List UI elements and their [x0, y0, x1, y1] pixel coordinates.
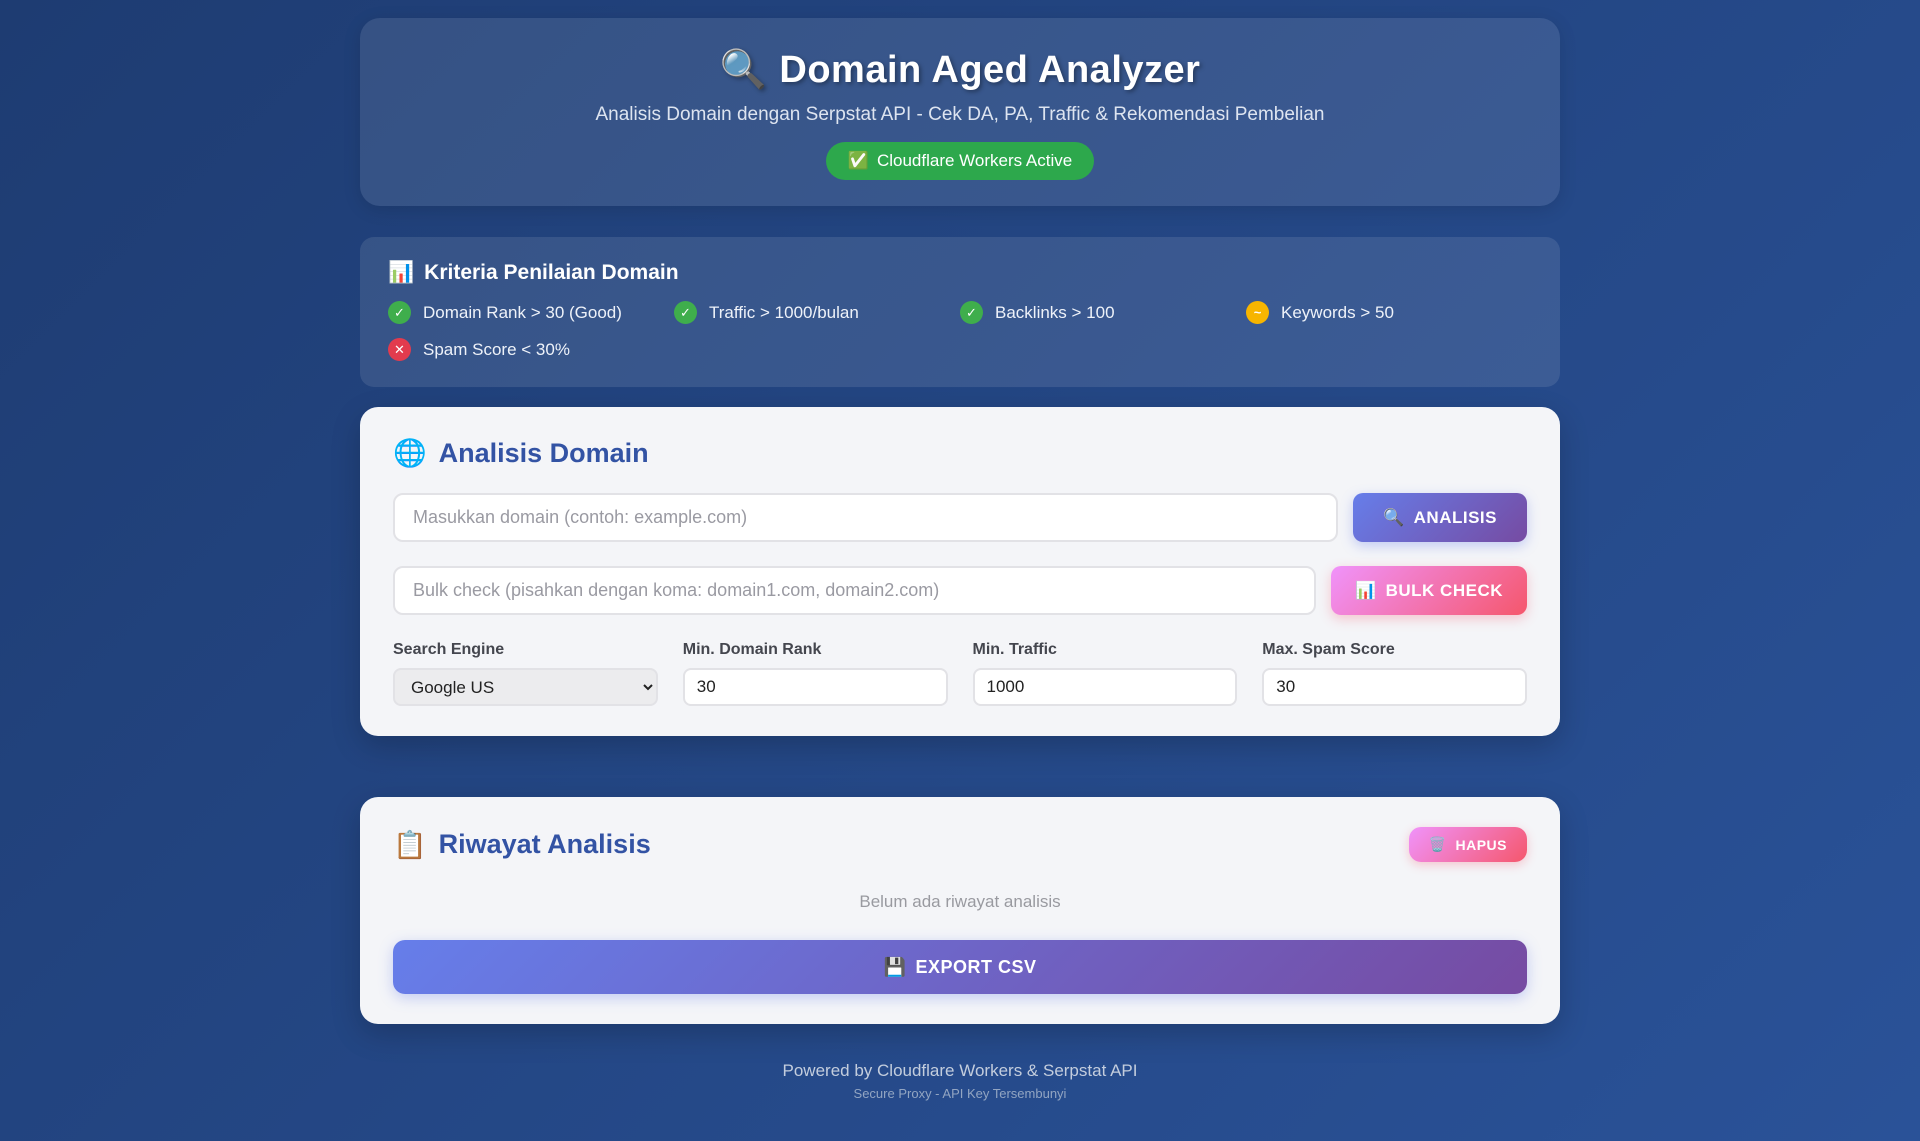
- magnifier-icon: 🔍: [1382, 507, 1405, 527]
- criteria-item-label: Traffic > 1000/bulan: [709, 302, 859, 322]
- history-card: 📋 Riwayat Analisis 🗑️ HAPUS Belum ada ri…: [360, 797, 1560, 1024]
- criteria-item-domain-rank: ✓ Domain Rank > 30 (Good): [388, 301, 674, 324]
- footer: Powered by Cloudflare Workers & Serpstat…: [360, 1061, 1560, 1101]
- criteria-item-spam-score: ✕ Spam Score < 30%: [388, 338, 674, 361]
- bulk-input[interactable]: [393, 566, 1316, 615]
- bulk-check-button[interactable]: 📊 BULK CHECK: [1330, 566, 1527, 615]
- footer-secure-proxy: Secure Proxy - API Key Tersembunyi: [853, 1086, 1067, 1101]
- page-container: 🔍 Domain Aged Analyzer Analisis Domain de…: [360, 18, 1560, 1101]
- bar-chart-icon: 📊: [388, 261, 415, 284]
- analyze-button-label: ANALISIS: [1413, 507, 1497, 527]
- min-traffic-field: Min. Traffic: [972, 641, 1238, 706]
- analyzer-card: 🌐 Analisis Domain 🔍 ANALISIS 📊 BULK CHEC…: [360, 407, 1560, 736]
- bar-chart-icon: 📊: [1354, 580, 1377, 600]
- clipboard-icon: 📋: [393, 829, 427, 860]
- min-domain-rank-field: Min. Domain Rank: [682, 641, 948, 706]
- status-badge: ✅ Cloudflare Workers Active: [825, 142, 1095, 180]
- criteria-panel: 📊 Kriteria Penilaian Domain ✓ Domain Ran…: [360, 237, 1560, 387]
- criteria-item-traffic: ✓ Traffic > 1000/bulan: [674, 301, 960, 324]
- domain-input[interactable]: [393, 493, 1338, 542]
- max-spam-score-input[interactable]: [1262, 668, 1527, 706]
- history-title: 📋 Riwayat Analisis: [393, 829, 651, 861]
- page-subtitle: Analisis Domain dengan Serpstat API - Ce…: [595, 104, 1325, 125]
- export-csv-button-label: EXPORT CSV: [915, 956, 1037, 977]
- clear-history-button[interactable]: 🗑️ HAPUS: [1408, 827, 1527, 862]
- fail-circle-icon: ✕: [388, 338, 411, 361]
- footer-powered-by: Powered by Cloudflare Workers & Serpstat…: [782, 1061, 1138, 1080]
- search-engine-field: Search Engine Google US: [393, 641, 658, 706]
- status-badge-label: Cloudflare Workers Active: [876, 151, 1073, 170]
- settings-fields-row: Search Engine Google US Min. Domain Rank…: [393, 641, 1527, 706]
- criteria-title-text: Kriteria Penilaian Domain: [424, 261, 679, 284]
- analyze-button[interactable]: 🔍 ANALISIS: [1352, 493, 1527, 542]
- pass-circle-icon: ✓: [960, 301, 983, 324]
- history-empty-message: Belum ada riwayat analisis: [859, 892, 1061, 911]
- criteria-item-label: Spam Score < 30%: [423, 339, 570, 359]
- pass-circle-icon: ✓: [674, 301, 697, 324]
- criteria-item-label: Keywords > 50: [1281, 302, 1394, 322]
- warn-circle-icon: ~: [1246, 301, 1269, 324]
- page-title: 🔍 Domain Aged Analyzer: [380, 48, 1540, 92]
- criteria-title: 📊 Kriteria Penilaian Domain: [388, 261, 1532, 285]
- max-spam-score-field: Max. Spam Score: [1262, 641, 1527, 706]
- bulk-check-button-label: BULK CHECK: [1385, 580, 1503, 600]
- analyzer-title: 🌐 Analisis Domain: [393, 437, 1527, 469]
- pass-circle-icon: ✓: [388, 301, 411, 324]
- history-title-text: Riwayat Analisis: [438, 829, 651, 859]
- criteria-item-label: Domain Rank > 30 (Good): [423, 302, 622, 322]
- trash-icon: 🗑️: [1428, 836, 1447, 852]
- min-traffic-label: Min. Traffic: [972, 641, 1057, 658]
- bulk-input-row: 📊 BULK CHECK: [393, 566, 1527, 615]
- max-spam-score-label: Max. Spam Score: [1262, 641, 1395, 658]
- page-title-text: Domain Aged Analyzer: [779, 49, 1201, 91]
- analyzer-title-text: Analisis Domain: [438, 437, 649, 468]
- min-domain-rank-label: Min. Domain Rank: [682, 641, 822, 658]
- search-engine-select[interactable]: Google US: [393, 668, 658, 706]
- export-csv-button[interactable]: 💾 EXPORT CSV: [393, 940, 1527, 994]
- globe-icon: 🌐: [393, 438, 427, 468]
- magnifier-icon: 🔍: [719, 49, 768, 91]
- criteria-item-label: Backlinks > 100: [995, 302, 1115, 322]
- header-card: 🔍 Domain Aged Analyzer Analisis Domain de…: [360, 18, 1560, 206]
- check-icon: ✅: [847, 151, 869, 170]
- min-traffic-input[interactable]: [972, 668, 1238, 706]
- floppy-disk-icon: 💾: [883, 956, 907, 977]
- history-header: 📋 Riwayat Analisis 🗑️ HAPUS: [393, 827, 1527, 862]
- clear-history-button-label: HAPUS: [1455, 836, 1507, 853]
- criteria-item-keywords: ~ Keywords > 50: [1246, 301, 1532, 324]
- criteria-grid: ✓ Domain Rank > 30 (Good) ✓ Traffic > 10…: [388, 301, 1532, 361]
- criteria-item-backlinks: ✓ Backlinks > 100: [960, 301, 1246, 324]
- min-domain-rank-input[interactable]: [682, 668, 948, 706]
- domain-input-row: 🔍 ANALISIS: [393, 493, 1527, 542]
- search-engine-label: Search Engine: [393, 641, 505, 658]
